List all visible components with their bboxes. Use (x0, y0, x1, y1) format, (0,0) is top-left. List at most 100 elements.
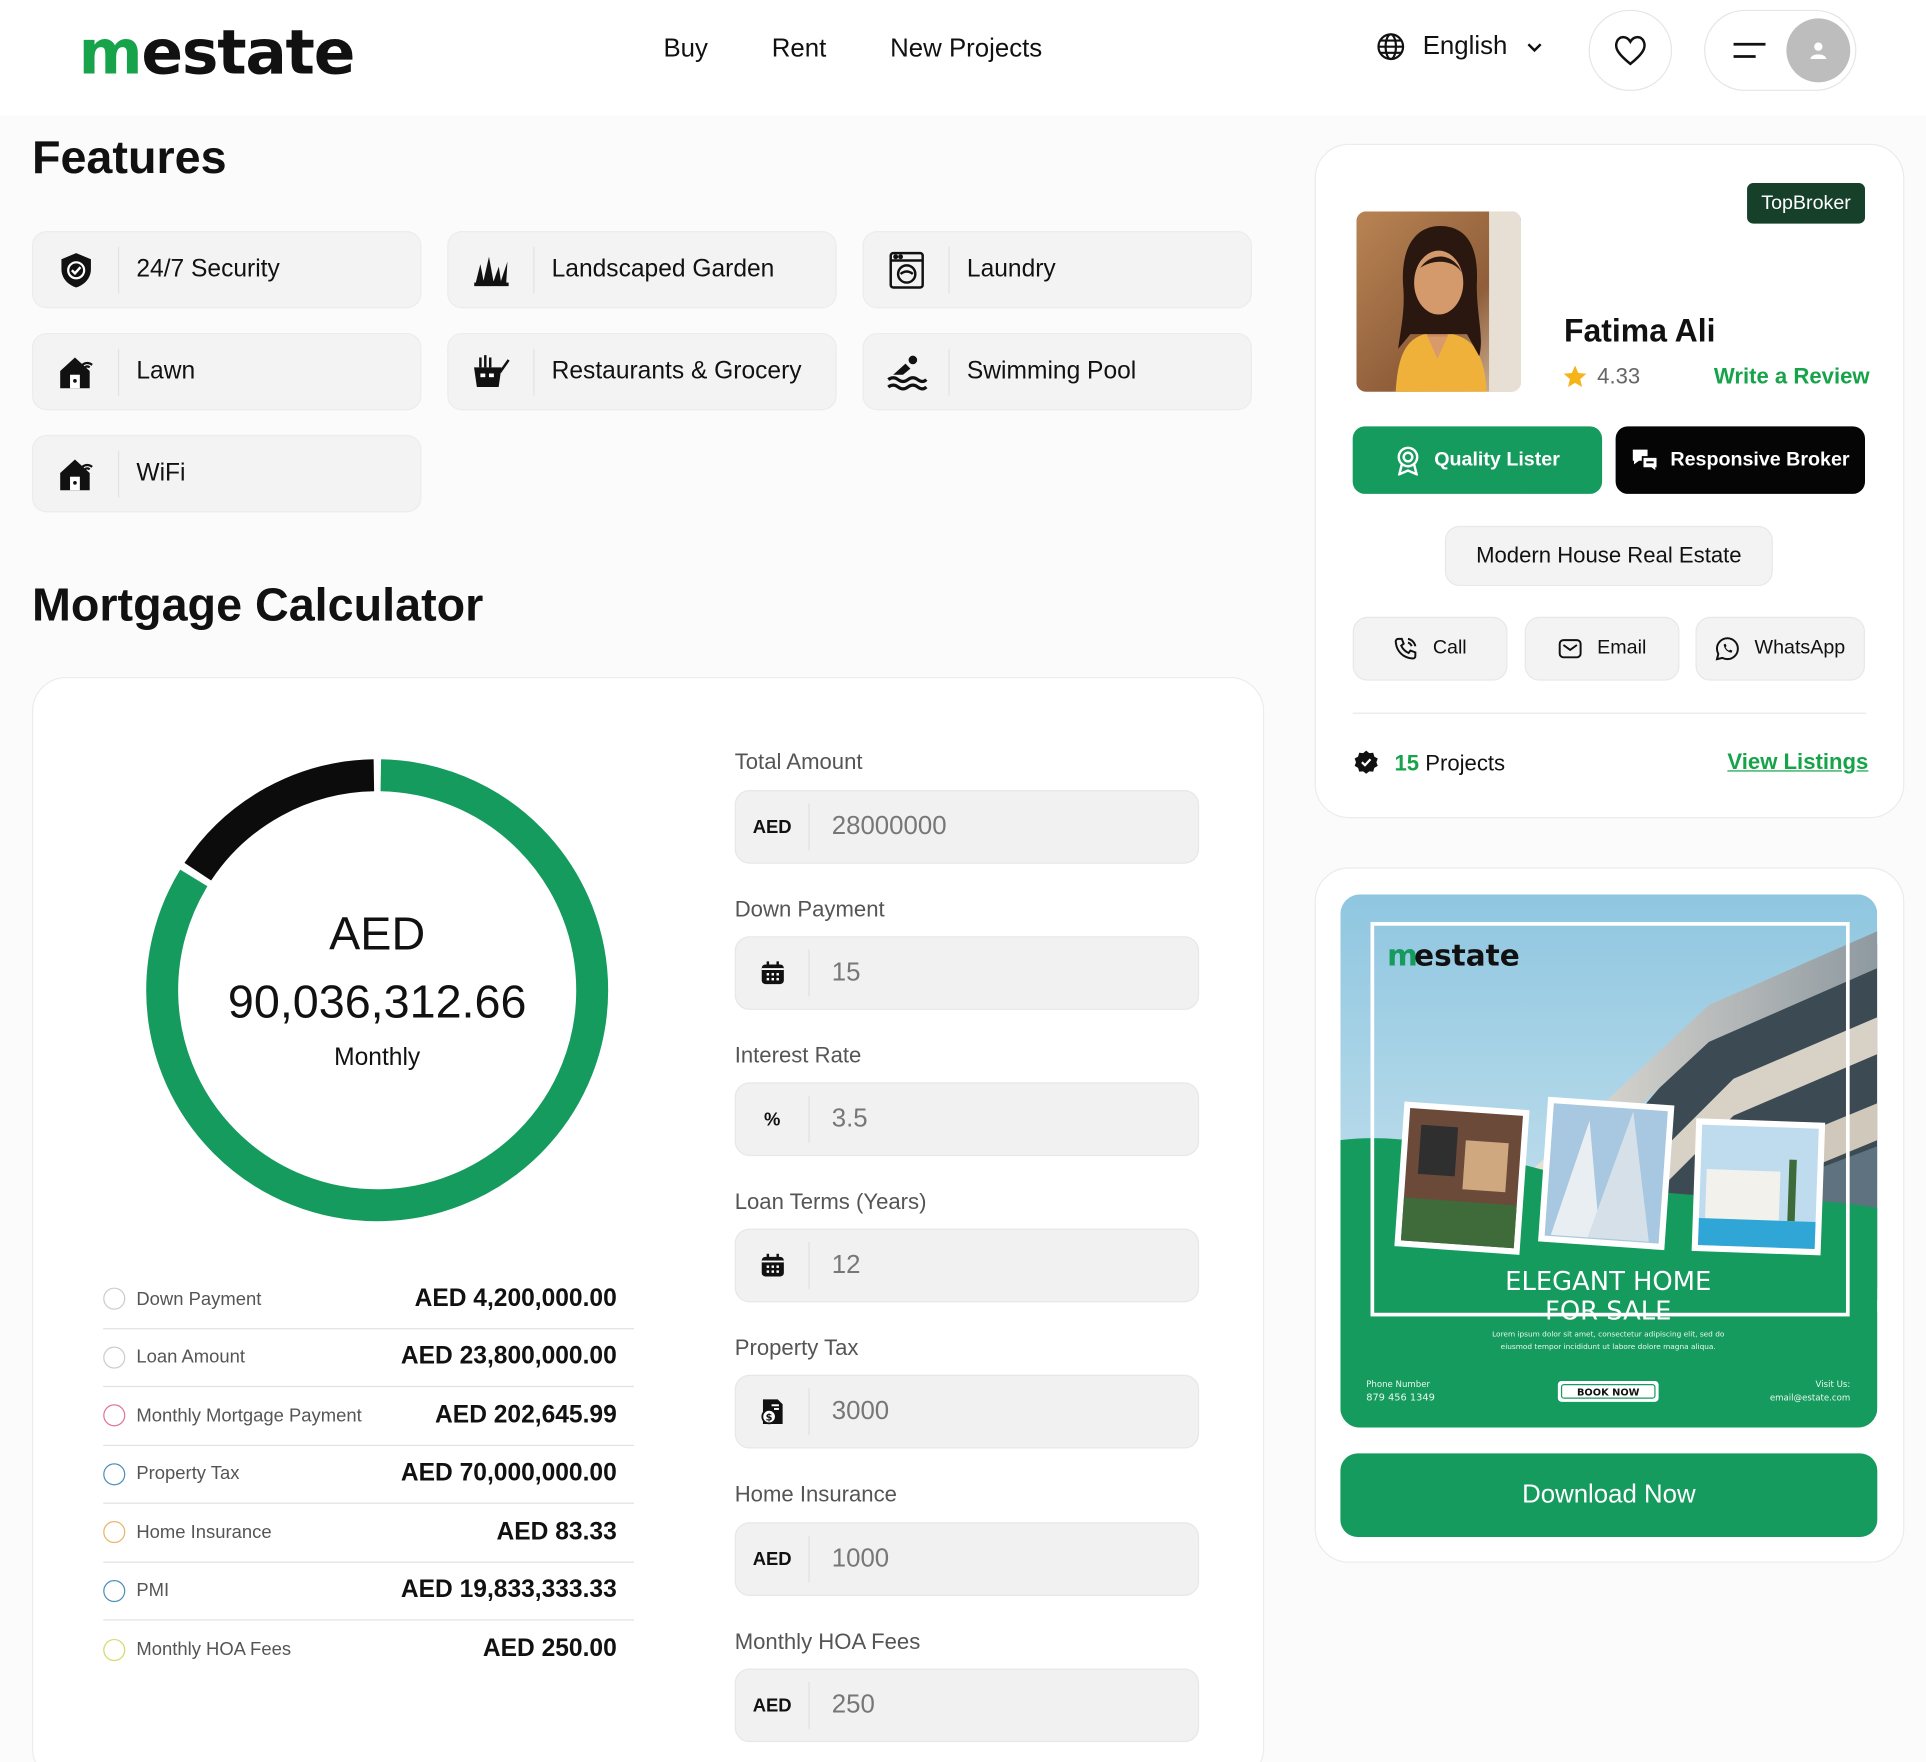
ad-lorem-1: Lorem ipsum dolor sit amet, consectetur … (1492, 1330, 1725, 1339)
globe-icon (1377, 33, 1405, 61)
total-amount-field[interactable]: AED 28000000 (734, 789, 1200, 864)
whatsapp-button[interactable]: WhatsApp (1695, 616, 1866, 681)
verified-badge-icon (1354, 750, 1378, 774)
legend-value: AED 70,000,000.00 (400, 1459, 617, 1487)
feature-lawn: Lawn (31, 332, 422, 411)
legend-dot (103, 1638, 126, 1661)
home-insurance-field[interactable]: AED 1000 (734, 1522, 1200, 1596)
tax-document-icon: $ (760, 1399, 783, 1425)
property-tax-field[interactable]: $ 3000 (734, 1374, 1200, 1449)
projects-label: Projects (1425, 750, 1506, 775)
legend-value: AED 202,645.99 (435, 1401, 617, 1429)
call-button[interactable]: Call (1352, 616, 1508, 681)
page: mestate Buy Rent New Projects English Fe… (0, 0, 1926, 1762)
legend-value: AED 23,800,000.00 (400, 1343, 617, 1371)
ad-logo-text: estate (1414, 939, 1520, 973)
feature-security: 24/7 Security (31, 230, 422, 309)
mortgage-title: Mortgage Calculator (31, 579, 484, 632)
calendar-icon (761, 961, 784, 985)
feature-label: Swimming Pool (966, 357, 1137, 385)
ad-visit-label: Visit Us: (1816, 1380, 1851, 1390)
svg-text:$: $ (765, 1413, 772, 1424)
agency-name[interactable]: Modern House Real Estate (1444, 525, 1773, 587)
legend-label: Monthly Mortgage Payment (136, 1405, 362, 1427)
feature-label: Laundry (966, 255, 1056, 283)
phone-icon (1394, 637, 1417, 660)
language-selector[interactable]: English (1376, 32, 1544, 61)
chat-bubbles-icon (1632, 449, 1658, 473)
view-listings-link[interactable]: View Listings (1727, 749, 1868, 775)
nav-rent[interactable]: Rent (772, 34, 826, 63)
total-amount-label: Total Amount (734, 749, 863, 775)
down-payment-input[interactable]: 15 (810, 958, 861, 987)
field-prefix (736, 949, 810, 997)
shield-icon (60, 252, 91, 287)
feature-label: WiFi (136, 459, 186, 487)
grocery-icon (473, 354, 510, 387)
currency-prefix: AED (736, 1535, 810, 1583)
legend-dot (103, 1404, 126, 1427)
favorites-button[interactable] (1588, 9, 1673, 91)
legend-row: Monthly Mortgage Payment AED 202,645.99 (103, 1387, 634, 1446)
feature-pool: Swimming Pool (862, 332, 1252, 411)
ad-headline-2: FOR SALE (1545, 1297, 1671, 1327)
legend-label: Loan Amount (136, 1346, 245, 1368)
ad-book-now: BOOK NOW (1577, 1388, 1640, 1399)
percent-prefix: % (736, 1095, 810, 1143)
down-payment-field[interactable]: 15 (734, 936, 1200, 1010)
broker-name: Fatima Ali (1564, 312, 1716, 349)
swimmer-icon (886, 355, 927, 390)
home-insurance-input[interactable]: 1000 (810, 1544, 889, 1573)
ad-banner[interactable]: m estate ELEGANT HOME FOR SALE Lorem ips… (1340, 894, 1878, 1428)
nav-new-projects[interactable]: New Projects (890, 34, 1042, 63)
feature-garden: Landscaped Garden (447, 230, 837, 309)
hoa-fees-field[interactable]: AED 250 (734, 1668, 1200, 1743)
chevron-down-icon (1527, 43, 1542, 53)
donut-amount: 90,036,312.66 (227, 976, 527, 1028)
mortgage-legend: Down Payment AED 4,200,000.00 Loan Amount… (103, 1270, 634, 1679)
hoa-fees-input[interactable]: 250 (810, 1691, 875, 1720)
ad-phone: 879 456 1349 (1366, 1393, 1435, 1404)
download-now-button[interactable]: Download Now (1340, 1453, 1878, 1537)
total-amount-input[interactable]: 28000000 (810, 812, 947, 841)
legend-row: Monthly HOA Fees AED 250.00 (103, 1621, 634, 1679)
projects-count: 15 Projects (1353, 749, 1505, 776)
nav-buy[interactable]: Buy (663, 34, 707, 63)
currency-prefix: AED (736, 803, 810, 851)
interest-rate-input[interactable]: 3.5 (810, 1105, 868, 1134)
legend-dot (103, 1521, 126, 1544)
write-review-link[interactable]: Write a Review (1714, 364, 1870, 390)
loan-terms-field[interactable]: 12 (734, 1228, 1200, 1303)
interest-rate-field[interactable]: % 3.5 (734, 1082, 1200, 1157)
responsive-broker-badge[interactable]: Responsive Broker (1615, 426, 1866, 494)
quality-lister-badge[interactable]: Quality Lister (1352, 426, 1603, 494)
legend-row: Loan Amount AED 23,800,000.00 (103, 1329, 634, 1388)
loan-terms-input[interactable]: 12 (810, 1251, 861, 1280)
feature-label: Lawn (136, 357, 196, 385)
field-prefix: $ (736, 1388, 810, 1436)
hoa-fees-label: Monthly HOA Fees (734, 1629, 921, 1654)
field-prefix (736, 1242, 810, 1289)
home-insurance-label: Home Insurance (734, 1481, 897, 1507)
user-icon (1810, 42, 1827, 59)
loan-terms-label: Loan Terms (Years) (734, 1189, 927, 1214)
email-button[interactable]: Email (1524, 616, 1680, 681)
legend-row: Property Tax AED 70,000,000.00 (103, 1445, 634, 1504)
property-tax-input[interactable]: 3000 (810, 1397, 889, 1426)
star-icon (1563, 365, 1587, 388)
ad-headline-1: ELEGANT HOME (1505, 1267, 1711, 1297)
whatsapp-icon (1715, 637, 1739, 661)
legend-label: Property Tax (136, 1463, 240, 1485)
site-logo[interactable]: mestate (79, 17, 356, 89)
avatar (1786, 18, 1851, 83)
menu-icon (1733, 42, 1766, 58)
grass-icon (473, 256, 509, 286)
legend-label: Down Payment (136, 1288, 262, 1310)
feature-laundry: Laundry (862, 230, 1252, 309)
ad-visit: email@estate.com (1770, 1394, 1850, 1404)
logo-text: estate (141, 17, 355, 89)
projects-number: 15 (1394, 750, 1420, 775)
user-menu-button[interactable] (1704, 9, 1857, 91)
email-label: Email (1597, 637, 1647, 659)
interest-rate-label: Interest Rate (734, 1043, 862, 1068)
